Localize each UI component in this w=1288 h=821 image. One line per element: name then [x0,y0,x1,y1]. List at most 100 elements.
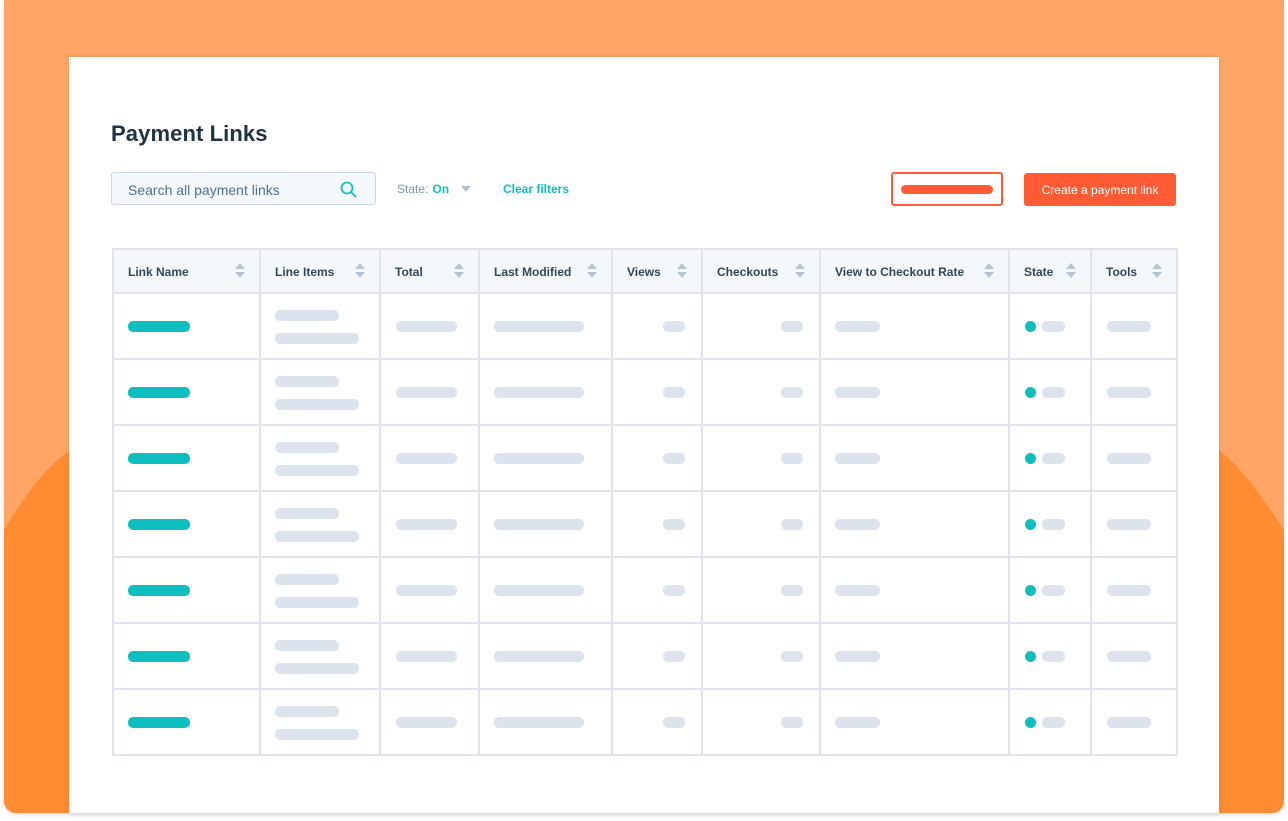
cell-state [1008,424,1092,492]
tools-placeholder[interactable] [1107,387,1151,398]
sort-ascending-arrow-icon [1152,263,1162,269]
cell-state [1008,622,1092,690]
total-placeholder [396,585,457,596]
views-placeholder [663,519,685,530]
column-header-link-name[interactable]: Link Name [112,248,261,294]
sort-ascending-arrow-icon [1066,263,1076,269]
sort-icon[interactable] [795,263,805,281]
cell-views [611,292,703,360]
sort-descending-arrow-icon [677,272,687,278]
state-label-placeholder [1042,321,1065,332]
cell-tools[interactable] [1090,688,1178,756]
column-header-line-items[interactable]: Line Items [259,248,381,294]
cell-link-name[interactable] [112,292,261,360]
cell-link-name[interactable] [112,556,261,624]
state-filter-dropdown[interactable]: State: On [397,182,472,196]
views-placeholder [663,651,685,662]
cell-view-to-checkout-rate [819,688,1010,756]
line-item-placeholder [275,663,359,674]
search-input[interactable] [126,173,330,206]
table-row[interactable] [112,622,1178,690]
cell-last-modified [478,424,613,492]
column-header-total[interactable]: Total [379,248,480,294]
column-header-state[interactable]: State [1008,248,1092,294]
cell-checkouts [701,292,821,360]
cell-tools[interactable] [1090,292,1178,360]
tools-placeholder[interactable] [1107,585,1151,596]
tools-placeholder[interactable] [1107,321,1151,332]
column-header-label: Views [627,265,661,279]
clear-filters-link[interactable]: Clear filters [503,182,569,196]
sort-descending-arrow-icon [984,272,994,278]
column-header-views[interactable]: Views [611,248,703,294]
checkouts-placeholder [781,585,803,596]
line-item-placeholder [275,597,359,608]
state-filter-value: On [432,182,450,196]
checkouts-placeholder [781,321,803,332]
table-row[interactable] [112,556,1178,624]
link-name-placeholder[interactable] [128,585,190,596]
secondary-button-label-placeholder [901,185,993,194]
sort-icon[interactable] [1066,263,1076,281]
sort-icon[interactable] [587,263,597,281]
cell-link-name[interactable] [112,688,261,756]
sort-icon[interactable] [1152,263,1162,281]
link-name-placeholder[interactable] [128,717,190,728]
sort-icon[interactable] [355,263,365,281]
tools-placeholder[interactable] [1107,717,1151,728]
cell-tools[interactable] [1090,358,1178,426]
tools-placeholder[interactable] [1107,651,1151,662]
cell-tools[interactable] [1090,556,1178,624]
cell-tools[interactable] [1090,424,1178,492]
link-name-placeholder[interactable] [128,519,190,530]
sort-icon[interactable] [235,263,245,281]
checkouts-placeholder [781,651,803,662]
tools-placeholder[interactable] [1107,519,1151,530]
cell-tools[interactable] [1090,490,1178,558]
cell-link-name[interactable] [112,622,261,690]
link-name-placeholder[interactable] [128,321,190,332]
line-item-placeholder [275,531,359,542]
search-icon[interactable] [340,181,357,198]
search-box[interactable] [111,172,376,206]
table-row[interactable] [112,424,1178,492]
sort-icon[interactable] [454,263,464,281]
sort-ascending-arrow-icon [355,263,365,269]
table-row[interactable] [112,358,1178,426]
column-header-checkouts[interactable]: Checkouts [701,248,821,294]
cell-view-to-checkout-rate [819,424,1010,492]
secondary-action-button[interactable] [891,172,1003,206]
cell-tools[interactable] [1090,622,1178,690]
link-name-placeholder[interactable] [128,453,190,464]
column-header-tools[interactable]: Tools [1090,248,1178,294]
table-row[interactable] [112,490,1178,558]
cell-last-modified [478,358,613,426]
sort-descending-arrow-icon [235,272,245,278]
caret-down-icon[interactable] [461,186,472,192]
cell-checkouts [701,358,821,426]
cell-total [379,424,480,492]
cell-state [1008,556,1092,624]
total-placeholder [396,651,457,662]
table-row[interactable] [112,688,1178,756]
views-placeholder [663,387,685,398]
tools-placeholder[interactable] [1107,453,1151,464]
cell-link-name[interactable] [112,424,261,492]
sort-icon[interactable] [677,263,687,281]
cell-total [379,556,480,624]
checkouts-placeholder [781,387,803,398]
link-name-placeholder[interactable] [128,651,190,662]
total-placeholder [396,519,457,530]
line-item-placeholder [275,574,339,585]
link-name-placeholder[interactable] [128,387,190,398]
views-placeholder [663,585,685,596]
cell-link-name[interactable] [112,490,261,558]
create-payment-link-button[interactable]: Create a payment link [1024,173,1176,206]
column-header-last-modified[interactable]: Last Modified [478,248,613,294]
column-header-label: Link Name [128,265,189,279]
table-row[interactable] [112,292,1178,360]
column-header-view-to-checkout-rate[interactable]: View to Checkout Rate [819,248,1010,294]
cell-checkouts [701,424,821,492]
cell-link-name[interactable] [112,358,261,426]
sort-icon[interactable] [984,263,994,281]
